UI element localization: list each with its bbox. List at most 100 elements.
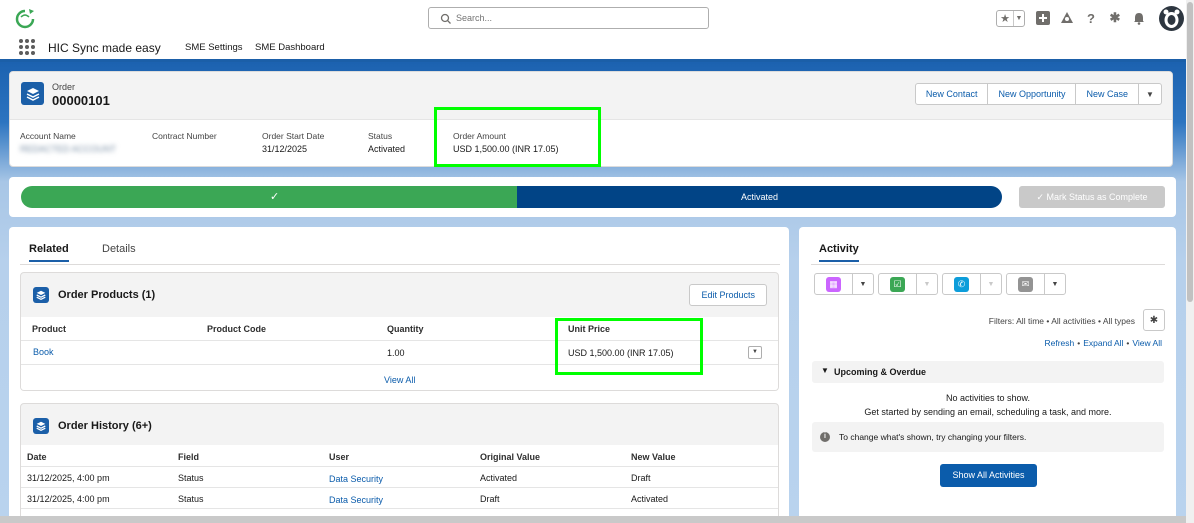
column-header-product-code[interactable]: Product Code (207, 324, 266, 334)
history-user-link[interactable]: Data Security (329, 474, 383, 484)
tab-related[interactable]: Related (29, 243, 69, 262)
order-history-related-list: Order History (6+) Date Field User Origi… (20, 403, 779, 523)
view-all-link[interactable]: View All (384, 375, 415, 385)
history-original-value: Draft (480, 494, 500, 504)
column-header-quantity[interactable]: Quantity (387, 324, 424, 334)
history-user-link[interactable]: Data Security (329, 495, 383, 505)
get-started-text: Get started by sending an email, schedul… (864, 407, 1112, 417)
order-object-icon (21, 82, 44, 105)
expand-all-link[interactable]: Expand All (1083, 338, 1123, 348)
history-date: 31/12/2025, 4:00 pm (27, 473, 110, 483)
trailhead-icon[interactable] (1059, 10, 1075, 26)
chevron-down-icon[interactable]: ▼ (1014, 11, 1024, 26)
chevron-down-icon: ▼ (987, 280, 995, 288)
new-case-button[interactable]: New Case (1075, 83, 1139, 105)
column-header-user[interactable]: User (329, 452, 349, 462)
calendar-icon: ▦ (826, 276, 841, 292)
more-actions-chevron-icon[interactable]: ▼ (1138, 83, 1162, 105)
column-header-field[interactable]: Field (178, 452, 199, 462)
row-actions-chevron-icon[interactable]: ▼ (748, 346, 762, 359)
tab-details[interactable]: Details (102, 243, 136, 255)
app-navigation-bar: HIC Sync made easy SME Settings SME Dash… (0, 36, 1194, 62)
vertical-scrollbar[interactable] (1186, 0, 1194, 523)
app-logo-icon[interactable] (12, 8, 38, 30)
status-path: ✓ Activated ✓ Mark Status as Complete (9, 177, 1176, 217)
show-all-activities-button[interactable]: Show All Activities (940, 464, 1037, 487)
search-icon (440, 13, 451, 24)
column-header-product[interactable]: Product (32, 324, 66, 334)
global-header: Search... ★ ▼ ? ✱ (0, 0, 1194, 36)
email-icon: ✉ (1018, 276, 1033, 292)
edit-products-button[interactable]: Edit Products (689, 284, 767, 306)
check-icon: ✓ (1036, 192, 1047, 202)
filter-settings-gear-icon[interactable]: ✱ (1143, 309, 1165, 331)
nav-item-sme-settings[interactable]: SME Settings (185, 42, 243, 53)
view-all-link[interactable]: View All (1132, 338, 1162, 348)
related-panel: Related Details Order Products (1) Edit … (9, 227, 789, 523)
new-task-button[interactable]: ☑ (879, 274, 917, 294)
nav-item-sme-dashboard[interactable]: SME Dashboard (255, 42, 325, 53)
notifications-bell-icon[interactable] (1131, 10, 1147, 26)
path-stage-current[interactable]: Activated (517, 186, 1002, 208)
chevron-down-icon: ▼ (923, 280, 931, 288)
new-task-button-group[interactable]: ☑ ▼ (878, 273, 938, 295)
horizontal-scrollbar[interactable] (0, 516, 1186, 523)
account-name-link[interactable]: REDACTED ACCOUNT (20, 144, 116, 154)
no-activities-text: No activities to show. (945, 393, 1031, 403)
log-call-button[interactable]: ✆ (943, 274, 981, 294)
activity-panel: Activity ▦ ▼ ☑ ▼ ✆ ▼ ✉ ▼ Filters: All ti… (799, 227, 1176, 523)
column-header-date[interactable]: Date (27, 452, 47, 462)
refresh-link[interactable]: Refresh (1044, 338, 1074, 348)
favorites-button-group[interactable]: ★ ▼ (996, 9, 1025, 27)
tab-activity[interactable]: Activity (819, 243, 859, 262)
new-event-button-group[interactable]: ▦ ▼ (814, 273, 874, 295)
new-event-button[interactable]: ▦ (815, 274, 853, 294)
email-button[interactable]: ✉ (1007, 274, 1045, 294)
task-icon: ☑ (890, 276, 905, 292)
record-name: 00000101 (52, 93, 110, 108)
chevron-down-icon[interactable]: ▼ (1045, 274, 1065, 294)
record-tabs: Related Details (20, 241, 780, 265)
help-icon[interactable]: ? (1083, 10, 1099, 26)
path-stage-arrow (508, 186, 515, 208)
activity-filters-summary: Filters: All time • All activities • All… (988, 316, 1135, 326)
search-placeholder: Search... (456, 13, 493, 23)
order-history-title[interactable]: Order History (6+) (58, 420, 152, 432)
column-header-new-value[interactable]: New Value (631, 452, 676, 462)
new-contact-button[interactable]: New Contact (914, 83, 989, 105)
unit-price-annotation-box (555, 318, 703, 375)
filter-info-text: To change what's shown, try changing you… (839, 432, 1027, 442)
order-products-icon (33, 287, 49, 303)
app-launcher-waffle-icon[interactable] (19, 39, 35, 55)
field-account-name: Account Name REDACTED ACCOUNT (20, 131, 117, 154)
upcoming-overdue-section[interactable]: ▼ Upcoming & Overdue (812, 361, 1164, 383)
chevron-down-icon[interactable]: ▼ (853, 274, 873, 294)
new-opportunity-button[interactable]: New Opportunity (987, 83, 1077, 105)
history-new-value: Activated (631, 494, 669, 504)
setup-gear-icon[interactable]: ✱ (1107, 10, 1123, 26)
order-products-title[interactable]: Order Products (1) (58, 289, 155, 301)
path-stage-complete[interactable]: ✓ (21, 186, 520, 208)
history-original-value: Activated (480, 473, 518, 483)
field-status: Status Activated (368, 131, 406, 154)
info-icon: i (820, 432, 830, 442)
field-contract-number: Contract Number (152, 131, 217, 141)
log-call-button-group[interactable]: ✆ ▼ (942, 273, 1002, 295)
app-name: HIC Sync made easy (48, 41, 161, 55)
order-history-icon (33, 418, 49, 434)
product-quantity: 1.00 (387, 348, 405, 358)
add-icon[interactable] (1035, 10, 1051, 26)
global-search-input[interactable]: Search... (428, 7, 709, 29)
record-object-type: Order (52, 82, 76, 92)
field-order-start-date: Order Start Date 31/12/2025 (262, 131, 325, 154)
product-link-book[interactable]: Book (33, 347, 54, 357)
column-header-original-value[interactable]: Original Value (480, 452, 540, 462)
favorites-star-icon[interactable]: ★ (997, 10, 1014, 26)
chevron-down-icon: ▼ (821, 366, 829, 375)
history-field: Status (178, 494, 204, 504)
upcoming-overdue-title: Upcoming & Overdue (834, 367, 927, 377)
email-button-group[interactable]: ✉ ▼ (1006, 273, 1066, 295)
order-history-table: Date Field User Original Value New Value… (21, 445, 778, 523)
mark-status-complete-button[interactable]: ✓ Mark Status as Complete (1019, 186, 1165, 208)
user-avatar[interactable] (1159, 5, 1184, 31)
